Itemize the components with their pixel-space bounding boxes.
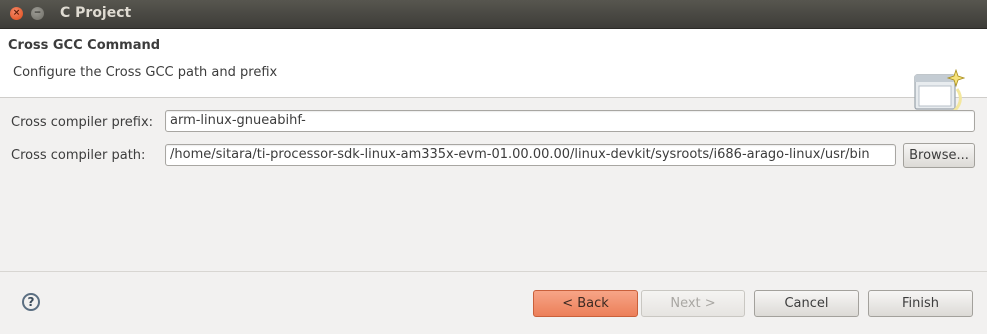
- window-title: C Project: [60, 5, 132, 21]
- browse-button[interactable]: Browse...: [903, 143, 975, 168]
- wizard-banner: Cross GCC Command Configure the Cross GC…: [0, 29, 987, 115]
- close-icon: ×: [12, 8, 21, 18]
- page-description: Configure the Cross GCC path and prefix: [13, 65, 278, 80]
- close-window-button[interactable]: ×: [10, 7, 23, 20]
- minimize-window-button[interactable]: −: [31, 7, 44, 20]
- title-bar: × − C Project: [0, 0, 987, 29]
- minimize-icon: −: [33, 8, 42, 18]
- footer-separator: [0, 271, 987, 272]
- path-label: Cross compiler path:: [11, 148, 146, 163]
- cancel-button[interactable]: Cancel: [754, 290, 859, 317]
- page-title: Cross GCC Command: [8, 38, 161, 53]
- prefix-label: Cross compiler prefix:: [11, 115, 154, 130]
- help-icon[interactable]: ?: [22, 293, 40, 311]
- back-button[interactable]: < Back: [533, 290, 638, 317]
- prefix-input[interactable]: arm-linux-gnueabihf-: [165, 110, 975, 132]
- path-input[interactable]: /home/sitara/ti-processor-sdk-linux-am33…: [165, 144, 896, 166]
- next-button[interactable]: Next >: [641, 290, 745, 317]
- finish-button[interactable]: Finish: [868, 290, 973, 317]
